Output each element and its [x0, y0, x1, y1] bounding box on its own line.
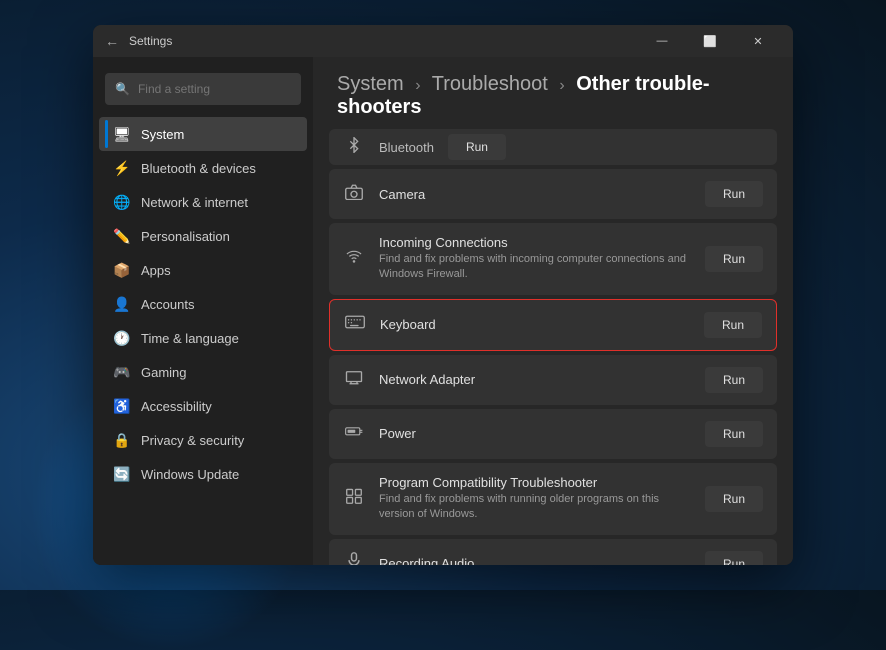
accessibility-icon: ♿ — [113, 397, 131, 415]
apps-icon: 📦 — [113, 261, 131, 279]
program-compat-text: Program Compatibility Troubleshooter Fin… — [379, 475, 691, 523]
sidebar-item-apps[interactable]: 📦 Apps — [99, 253, 307, 287]
updates-icon: 🔄 — [113, 465, 131, 483]
network-adapter-ts-icon — [343, 369, 365, 390]
ts-item-program-compat: Program Compatibility Troubleshooter Fin… — [329, 463, 777, 535]
recording-audio-run-button[interactable]: Run — [705, 551, 763, 565]
bc-sep-1: › — [415, 77, 420, 94]
power-ts-icon — [343, 424, 365, 443]
system-icon: 🖥 — [113, 125, 131, 143]
sidebar-item-gaming[interactable]: 🎮 Gaming — [99, 355, 307, 389]
sidebar-label-apps: Apps — [141, 263, 171, 278]
sidebar-item-accessibility[interactable]: ♿ Accessibility — [99, 389, 307, 423]
back-button[interactable]: ← — [105, 33, 119, 49]
ts-item-power: Power Run — [329, 409, 777, 459]
time-icon: 🕐 — [113, 329, 131, 347]
sidebar-label-network: Network & internet — [141, 195, 248, 210]
power-title: Power — [379, 426, 691, 441]
bc-sep-2: › — [559, 77, 564, 94]
program-compat-desc: Find and fix problems with running older… — [379, 492, 691, 523]
settings-window: ← Settings — ⬜ ✕ 🔍 🖥 System ⚡ Bluetooth … — [93, 25, 793, 565]
sidebar-label-updates: Windows Update — [141, 467, 239, 482]
sidebar-item-updates[interactable]: 🔄 Windows Update — [99, 457, 307, 491]
content-area: 🔍 🖥 System ⚡ Bluetooth & devices 🌐 Netwo… — [93, 57, 793, 565]
gaming-icon: 🎮 — [113, 363, 131, 381]
ts-item-incoming: Incoming Connections Find and fix proble… — [329, 223, 777, 295]
keyboard-ts-icon — [344, 315, 366, 334]
keyboard-text: Keyboard — [380, 317, 690, 332]
program-compat-run-button[interactable]: Run — [705, 486, 763, 512]
search-input[interactable] — [138, 82, 293, 96]
window-controls: — ⬜ ✕ — [639, 25, 781, 57]
network-icon: 🌐 — [113, 193, 131, 211]
sidebar-label-gaming: Gaming — [141, 365, 187, 380]
program-compat-ts-icon — [343, 488, 365, 509]
bluetooth-icon: ⚡ — [113, 159, 131, 177]
sidebar-item-network[interactable]: 🌐 Network & internet — [99, 185, 307, 219]
recording-audio-ts-icon — [343, 552, 365, 565]
recording-audio-text: Recording Audio — [379, 556, 691, 565]
sidebar: 🔍 🖥 System ⚡ Bluetooth & devices 🌐 Netwo… — [93, 57, 313, 565]
accounts-icon: 👤 — [113, 295, 131, 313]
ts-item-network-adapter: Network Adapter Run — [329, 355, 777, 405]
sidebar-label-bluetooth: Bluetooth & devices — [141, 161, 256, 176]
power-text: Power — [379, 426, 691, 441]
incoming-text: Incoming Connections Find and fix proble… — [379, 235, 691, 283]
incoming-desc: Find and fix problems with incoming comp… — [379, 252, 691, 283]
ts-item-bluetooth-partial: Bluetooth Run — [329, 129, 777, 165]
window-title: Settings — [129, 34, 639, 48]
privacy-icon: 🔒 — [113, 431, 131, 449]
main-content: System › Troubleshoot › Other trouble-sh… — [313, 57, 793, 565]
camera-text: Camera — [379, 187, 691, 202]
network-adapter-run-button[interactable]: Run — [705, 367, 763, 393]
sidebar-label-accounts: Accounts — [141, 297, 194, 312]
sidebar-label-time: Time & language — [141, 331, 239, 346]
ts-item-recording-audio: Recording Audio Run — [329, 539, 777, 565]
recording-audio-title: Recording Audio — [379, 556, 691, 565]
sidebar-item-bluetooth[interactable]: ⚡ Bluetooth & devices — [99, 151, 307, 185]
bluetooth-run-button[interactable]: Run — [448, 134, 506, 160]
program-compat-title: Program Compatibility Troubleshooter — [379, 475, 691, 490]
ts-item-camera: Camera Run — [329, 169, 777, 219]
sidebar-item-system[interactable]: 🖥 System — [99, 117, 307, 151]
personalisation-icon: ✏️ — [113, 227, 131, 245]
minimize-button[interactable]: — — [639, 25, 685, 57]
sidebar-label-privacy: Privacy & security — [141, 433, 244, 448]
keyboard-run-button[interactable]: Run — [704, 312, 762, 338]
sidebar-item-time[interactable]: 🕐 Time & language — [99, 321, 307, 355]
sidebar-label-system: System — [141, 127, 184, 142]
network-adapter-text: Network Adapter — [379, 372, 691, 387]
incoming-title: Incoming Connections — [379, 235, 691, 250]
troubleshooters-list: Bluetooth Run Camera Run — [313, 129, 793, 565]
maximize-button[interactable]: ⬜ — [687, 25, 733, 57]
power-run-button[interactable]: Run — [705, 421, 763, 447]
network-adapter-title: Network Adapter — [379, 372, 691, 387]
camera-title: Camera — [379, 187, 691, 202]
sidebar-item-privacy[interactable]: 🔒 Privacy & security — [99, 423, 307, 457]
bc-troubleshoot: Troubleshoot — [432, 73, 548, 95]
close-button[interactable]: ✕ — [735, 25, 781, 57]
sidebar-label-personalisation: Personalisation — [141, 229, 230, 244]
keyboard-title: Keyboard — [380, 317, 690, 332]
bluetooth-title: Bluetooth — [379, 140, 434, 155]
sidebar-item-personalisation[interactable]: ✏️ Personalisation — [99, 219, 307, 253]
sidebar-item-accounts[interactable]: 👤 Accounts — [99, 287, 307, 321]
ts-item-keyboard: Keyboard Run — [329, 299, 777, 351]
title-bar: ← Settings — ⬜ ✕ — [93, 25, 793, 57]
breadcrumb: System › Troubleshoot › Other trouble-sh… — [313, 57, 793, 129]
sidebar-label-accessibility: Accessibility — [141, 399, 212, 414]
bc-system: System — [337, 73, 404, 95]
incoming-ts-icon — [343, 248, 365, 269]
incoming-run-button[interactable]: Run — [705, 246, 763, 272]
camera-run-button[interactable]: Run — [705, 181, 763, 207]
camera-ts-icon — [343, 184, 365, 205]
bluetooth-ts-icon — [343, 137, 365, 158]
search-icon: 🔍 — [115, 82, 130, 96]
search-box[interactable]: 🔍 — [105, 73, 301, 105]
